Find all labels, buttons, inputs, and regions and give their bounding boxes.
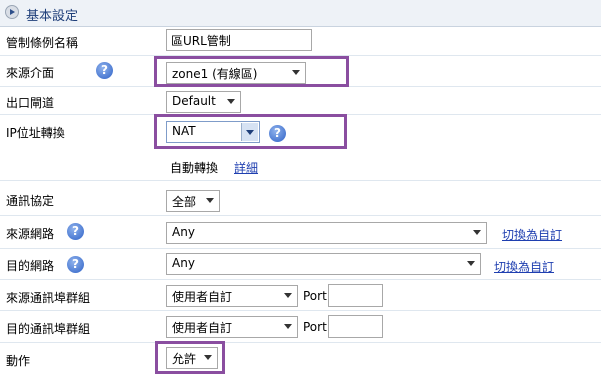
section-header: 基本設定	[0, 0, 601, 27]
exit-gateway-value: Default	[172, 94, 216, 108]
source-interface-label: 來源介面	[6, 66, 55, 80]
help-icon[interactable]: ?	[269, 125, 286, 142]
ip-translation-value: NAT	[172, 124, 196, 138]
help-icon[interactable]: ?	[67, 256, 84, 273]
row-protocol	[0, 185, 601, 216]
help-icon[interactable]: ?	[67, 223, 84, 240]
source-port-group-value: 使用者自訂	[172, 290, 233, 304]
dest-port-group-value: 使用者自訂	[172, 321, 233, 335]
chevron-down-icon	[283, 321, 293, 331]
protocol-value: 全部	[172, 195, 197, 209]
dest-network-label: 目的網路	[6, 259, 55, 273]
protocol-label: 通訊協定	[6, 194, 55, 208]
chevron-down-icon	[283, 290, 293, 300]
dest-network-select[interactable]: Any	[166, 253, 481, 275]
source-port-group-label: 來源通訊埠群組	[6, 291, 91, 305]
policy-name-label: 管制條例名稱	[6, 36, 79, 50]
dest-network-switch-link[interactable]: 切換為自訂	[494, 258, 554, 275]
chevron-down-icon	[466, 258, 476, 268]
chevron-down-icon	[226, 96, 236, 106]
dest-network-value: Any	[172, 256, 195, 270]
source-interface-select[interactable]: zone1 (有線區)	[166, 62, 306, 84]
protocol-select[interactable]: 全部	[166, 190, 220, 212]
auto-translate-text: 自動轉換	[170, 161, 219, 175]
action-select[interactable]: 允許	[166, 347, 218, 369]
exit-gateway-label: 出口閘道	[6, 96, 55, 110]
ip-translation-select[interactable]: NAT	[166, 121, 260, 143]
policy-name-input[interactable]: 區URL管制	[166, 29, 312, 51]
ip-translation-label: IP位址轉換	[6, 126, 65, 140]
chevron-down-icon	[203, 352, 213, 362]
source-network-select[interactable]: Any	[166, 222, 487, 244]
help-icon[interactable]: ?	[96, 62, 113, 79]
chevron-down-icon	[472, 227, 482, 237]
chevron-down-icon	[205, 195, 215, 205]
dest-port-group-select[interactable]: 使用者自訂	[166, 316, 298, 338]
source-port-group-select[interactable]: 使用者自訂	[166, 285, 298, 307]
source-network-value: Any	[172, 225, 195, 239]
row-dest-port-group	[0, 311, 601, 343]
source-network-switch-link[interactable]: 切換為自訂	[502, 226, 562, 243]
dest-port-group-label: 目的通訊埠群組	[6, 322, 91, 336]
action-value: 允許	[172, 352, 197, 366]
action-label: 動作	[6, 354, 31, 368]
source-port-input[interactable]	[328, 284, 383, 307]
source-port-label: Port	[303, 289, 327, 303]
chevron-down-icon	[291, 67, 301, 77]
exit-gateway-select[interactable]: Default	[166, 91, 241, 113]
row-exit-gateway	[0, 87, 601, 115]
dest-port-input[interactable]	[328, 315, 383, 338]
collapse-toggle-icon[interactable]	[5, 5, 19, 19]
dest-port-label: Port	[303, 320, 327, 334]
source-interface-value: zone1 (有線區)	[172, 67, 258, 81]
row-source-port-group	[0, 280, 601, 311]
source-network-label: 來源網路	[6, 227, 55, 241]
chevron-down-icon	[241, 123, 258, 141]
detail-link[interactable]: 詳細	[234, 159, 258, 176]
section-title: 基本設定	[26, 9, 79, 24]
